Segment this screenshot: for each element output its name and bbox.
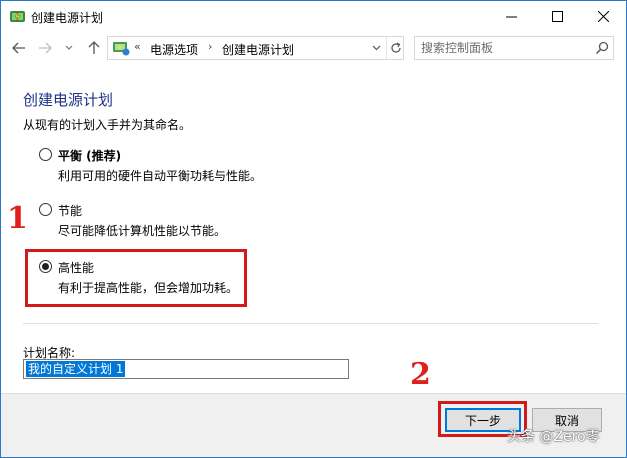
arrow-right-icon <box>39 42 52 54</box>
refresh-button[interactable] <box>386 37 404 59</box>
annotation-step-2: 2 <box>410 357 431 392</box>
watermark: 头条 @Zero零 <box>507 429 600 445</box>
option-balanced-label[interactable]: 平衡 (推荐) <box>58 147 121 164</box>
plan-name-value[interactable]: 我的自定义计划 1 <box>26 361 126 377</box>
close-button[interactable] <box>580 1 626 31</box>
close-icon <box>597 10 609 22</box>
back-button[interactable] <box>8 34 30 62</box>
power-options-icon <box>10 11 25 22</box>
up-button[interactable] <box>83 34 105 62</box>
refresh-icon <box>390 42 401 53</box>
page-title: 创建电源计划 <box>23 91 114 109</box>
maximize-button[interactable] <box>534 1 580 31</box>
breadcrumb-power-options[interactable]: 电源选项 <box>150 41 198 58</box>
arrow-up-icon <box>88 41 100 54</box>
option-power-saver-label[interactable]: 节能 <box>58 202 82 219</box>
page-subtitle: 从现有的计划入手并为其命名。 <box>23 118 192 132</box>
search-box[interactable] <box>414 36 614 60</box>
divider <box>23 323 598 324</box>
radio-power-saver[interactable] <box>39 203 52 216</box>
dialog-window: 创建电源计划 « 电源选项 › 创建电源计划 搜索控制面板 创建电源计划 从现有… <box>0 0 627 458</box>
option-balanced-desc: 利用可用的硬件自动平衡功耗与性能。 <box>58 169 263 183</box>
radio-balanced[interactable] <box>39 148 52 161</box>
maximize-icon <box>551 10 563 22</box>
address-dropdown-button[interactable] <box>368 37 384 59</box>
title-bar: 创建电源计划 <box>1 1 626 32</box>
address-overflow[interactable]: « <box>134 40 141 53</box>
button-bar: 下一步 取消 <box>1 393 626 457</box>
search-input[interactable] <box>421 40 591 56</box>
annotation-step-1: 1 <box>7 201 28 236</box>
chevron-down-icon <box>65 45 73 50</box>
window-title: 创建电源计划 <box>31 11 104 25</box>
navigation-bar: « 电源选项 › 创建电源计划 <box>1 34 626 64</box>
minimize-button[interactable] <box>488 1 534 31</box>
breadcrumb-separator[interactable]: › <box>208 40 212 53</box>
recent-locations-button[interactable] <box>61 34 77 62</box>
option-power-saver-desc: 尽可能降低计算机性能以节能。 <box>58 224 227 238</box>
control-panel-icon <box>113 42 130 56</box>
chevron-down-icon <box>372 45 380 51</box>
forward-button[interactable] <box>34 34 56 62</box>
minimize-icon <box>505 16 517 17</box>
address-bar[interactable]: « 电源选项 › 创建电源计划 <box>107 36 404 60</box>
annotation-highlight-box <box>25 249 247 307</box>
plan-name-field[interactable]: 我的自定义计划 1 <box>23 359 349 379</box>
search-icon[interactable] <box>595 41 609 55</box>
breadcrumb-create-plan[interactable]: 创建电源计划 <box>222 41 294 58</box>
arrow-left-icon <box>12 42 25 54</box>
